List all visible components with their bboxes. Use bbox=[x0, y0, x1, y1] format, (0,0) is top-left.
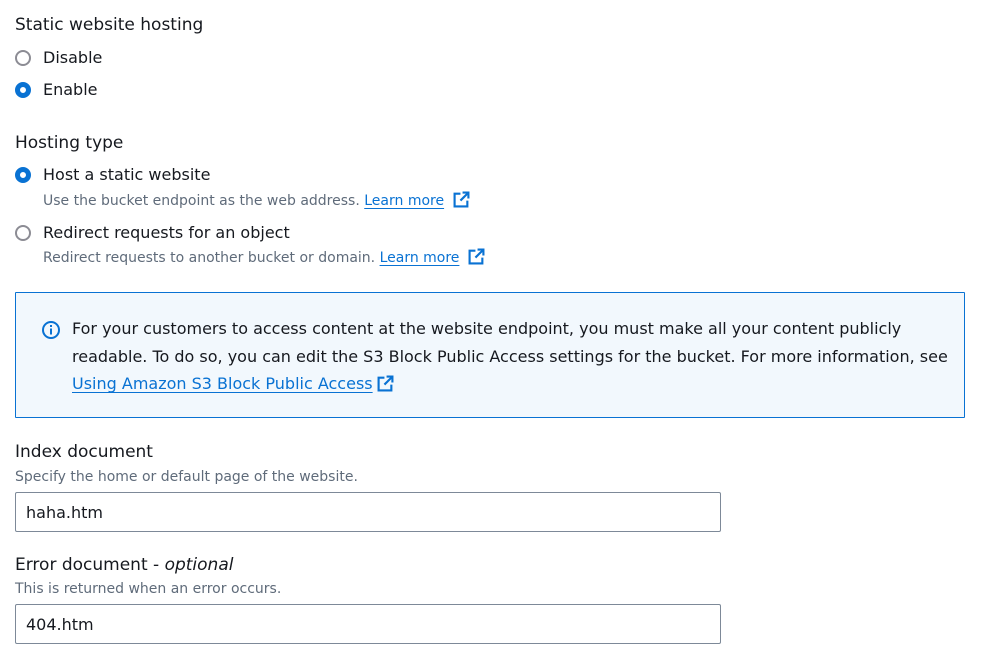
error-document-optional: optional bbox=[164, 555, 234, 575]
radio-enable-indicator[interactable] bbox=[15, 82, 31, 98]
redirect-description: Redirect requests to another bucket or d… bbox=[43, 248, 485, 267]
index-document-description: Specify the home or default page of the … bbox=[15, 469, 358, 485]
external-link-icon[interactable] bbox=[377, 375, 394, 392]
info-alert-text: For your customers to access content at … bbox=[72, 319, 948, 366]
radio-redirect-indicator[interactable] bbox=[15, 225, 31, 241]
host-static-description: Use the bucket endpoint as the web addre… bbox=[43, 191, 470, 210]
error-document-label: Error document - optional bbox=[15, 554, 233, 576]
info-icon bbox=[42, 321, 60, 339]
redirect-description-text: Redirect requests to another bucket or d… bbox=[43, 250, 376, 266]
info-alert: For your customers to access content at … bbox=[15, 292, 965, 418]
radio-disable-label: Disable bbox=[43, 48, 103, 67]
hosting-type-title: Hosting type bbox=[15, 133, 124, 153]
error-document-label-text: Error document - bbox=[15, 555, 165, 575]
index-document-label: Index document bbox=[15, 442, 153, 462]
radio-disable-indicator[interactable] bbox=[15, 50, 31, 66]
radio-redirect-requests[interactable]: Redirect requests for an object bbox=[15, 222, 290, 244]
info-alert-message: For your customers to access content at … bbox=[72, 315, 952, 398]
host-static-description-text: Use the bucket endpoint as the web addre… bbox=[43, 193, 360, 209]
static-hosting-title: Static website hosting bbox=[15, 15, 204, 35]
radio-host-static-website[interactable]: Host a static website bbox=[15, 164, 210, 186]
radio-enable[interactable]: Enable bbox=[15, 79, 98, 101]
radio-enable-label: Enable bbox=[43, 80, 98, 99]
index-document-input[interactable] bbox=[15, 492, 721, 532]
external-link-icon[interactable] bbox=[453, 191, 470, 208]
error-document-description: This is returned when an error occurs. bbox=[15, 581, 282, 597]
learn-more-link-host[interactable]: Learn more bbox=[364, 193, 444, 209]
external-link-icon[interactable] bbox=[468, 248, 485, 265]
radio-redirect-label: Redirect requests for an object bbox=[43, 223, 290, 242]
radio-disable[interactable]: Disable bbox=[15, 47, 102, 69]
error-document-input[interactable] bbox=[15, 604, 721, 644]
radio-host-static-indicator[interactable] bbox=[15, 167, 31, 183]
learn-more-link-redirect[interactable]: Learn more bbox=[380, 250, 460, 266]
radio-host-static-label: Host a static website bbox=[43, 165, 211, 184]
block-public-access-link[interactable]: Using Amazon S3 Block Public Access bbox=[72, 374, 373, 393]
